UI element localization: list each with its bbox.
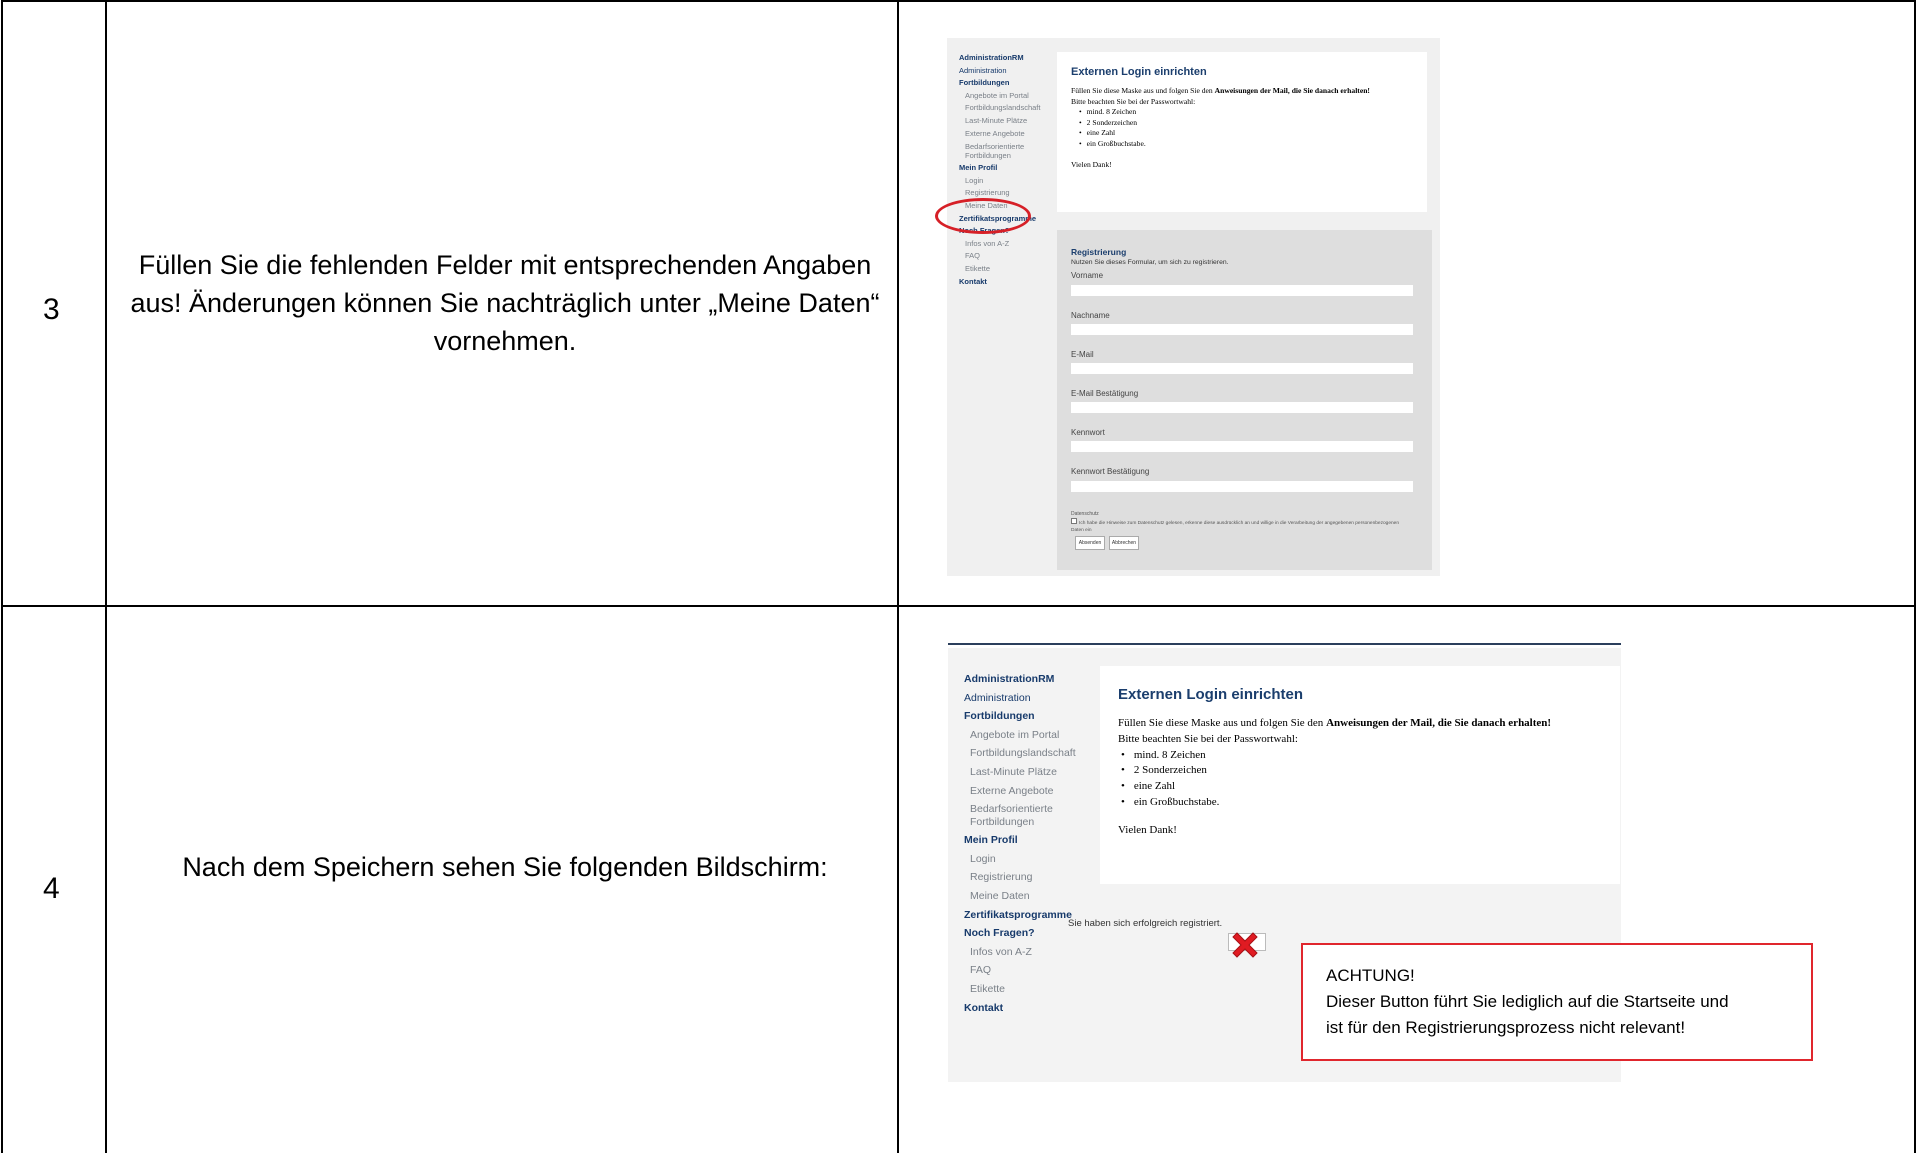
vorname-input[interactable] xyxy=(1071,285,1413,296)
callout-line: ist für den Registrierungsprozess nicht … xyxy=(1326,1018,1686,1037)
table-col-divider-1 xyxy=(105,0,107,1153)
info-intro: Füllen Sie diese Maske aus und folgen Si… xyxy=(1071,86,1215,95)
nav-heading[interactable]: Mein Profil xyxy=(959,162,1069,175)
privacy-text: Ich habe die Hinweise zum Datenschutz ge… xyxy=(1071,521,1400,533)
password-rule: mind. 8 Zeichen xyxy=(1121,748,1588,764)
nav-heading[interactable]: Kontakt xyxy=(964,999,1104,1018)
nav-link[interactable]: Last-Minute Plätze xyxy=(964,763,1104,782)
nav-link[interactable]: Externe Angebote xyxy=(959,128,1069,141)
info-thanks: Vielen Dank! xyxy=(1118,823,1177,836)
form-subtitle: Nutzen Sie dieses Formular, um sich zu r… xyxy=(1071,259,1229,266)
registration-form: Registrierung Nutzen Sie dieses Formular… xyxy=(1057,230,1432,570)
nav-heading[interactable]: AdministrationRM xyxy=(964,670,1104,689)
nav-link[interactable]: Externe Angebote xyxy=(964,782,1104,801)
step-description: Nach dem Speichern sehen Sie folgenden B… xyxy=(182,852,828,882)
field-label-password-confirm: Kennwort Bestätigung xyxy=(1071,467,1150,476)
field-label-vorname: Vorname xyxy=(1071,271,1104,280)
sidebar-nav: AdministrationRM Administration Fortbild… xyxy=(964,670,1104,1017)
password-rules: mind. 8 Zeichen 2 Sonderzeichen eine Zah… xyxy=(1071,107,1411,149)
field-label-email: E-Mail xyxy=(1071,350,1094,359)
nav-link[interactable]: Etikette xyxy=(959,263,1069,276)
step-description: Füllen Sie die fehlenden Felder mit ents… xyxy=(130,250,880,356)
nav-link[interactable]: Last-Minute Plätze xyxy=(959,115,1069,128)
password-input[interactable] xyxy=(1071,441,1413,452)
registration-screenshot: AdministrationRM Administration Fortbild… xyxy=(947,38,1440,576)
callout-line: Dieser Button führt Sie lediglich auf di… xyxy=(1326,992,1729,1011)
nav-link[interactable]: Infos von A-Z xyxy=(959,238,1069,251)
field-label-password: Kennwort xyxy=(1071,428,1105,437)
field-label-email-confirm: E-Mail Bestätigung xyxy=(1071,389,1139,398)
email-input[interactable] xyxy=(1071,363,1413,374)
nav-heading[interactable]: Fortbildungen xyxy=(964,707,1104,726)
nav-link[interactable]: Bedarfsorientierte Fortbildungen xyxy=(959,140,1069,162)
nav-link[interactable]: Registrierung xyxy=(964,868,1104,887)
password-rule: 2 Sonderzeichen xyxy=(1121,763,1588,779)
nav-heading[interactable]: Administration xyxy=(964,689,1104,708)
password-confirm-input[interactable] xyxy=(1071,481,1413,492)
info-card: Externen Login einrichten Füllen Sie die… xyxy=(1057,52,1427,212)
info-thanks: Vielen Dank! xyxy=(1071,159,1112,169)
table-border-top xyxy=(1,0,1916,2)
info-hint: Bitte beachten Sie bei der Passwortwahl: xyxy=(1071,96,1196,106)
nav-heading[interactable]: Administration xyxy=(959,65,1069,78)
privacy-consent: Ich habe die Hinweise zum Datenschutz ge… xyxy=(1071,518,1401,534)
info-intro-bold: Anweisungen der Mail, die Sie danach erh… xyxy=(1326,717,1552,729)
nav-link[interactable]: Fortbildungslandschaft xyxy=(964,744,1104,763)
cross-mark-icon xyxy=(1232,932,1258,958)
nav-link[interactable]: Angebote im Portal xyxy=(964,726,1104,745)
nav-heading[interactable]: Mein Profil xyxy=(964,831,1104,850)
nav-link[interactable]: Login xyxy=(964,850,1104,869)
nav-link[interactable]: Angebote im Portal xyxy=(959,90,1069,103)
info-card-title: Externen Login einrichten xyxy=(1118,686,1304,703)
step-number: 4 xyxy=(43,872,60,905)
submit-button[interactable]: Absenden xyxy=(1075,536,1105,550)
nav-link[interactable]: FAQ xyxy=(959,250,1069,263)
warning-callout: ACHTUNG! Dieser Button führt Sie ledigli… xyxy=(1301,943,1813,1061)
info-card-text: Füllen Sie diese Maske aus und folgen Si… xyxy=(1071,86,1411,170)
form-title: Registrierung xyxy=(1071,247,1127,257)
callout-text: ACHTUNG! Dieser Button führt Sie ledigli… xyxy=(1326,963,1729,1041)
sidebar-nav: AdministrationRM Administration Fortbild… xyxy=(959,52,1069,288)
step-number: 3 xyxy=(43,293,60,326)
email-confirm-input[interactable] xyxy=(1071,402,1413,413)
info-card-title: Externen Login einrichten xyxy=(1071,66,1207,78)
password-rule: mind. 8 Zeichen xyxy=(1079,107,1411,118)
password-rule: eine Zahl xyxy=(1079,128,1411,139)
table-row-divider xyxy=(1,605,1916,607)
nachname-input[interactable] xyxy=(1071,324,1413,335)
cancel-button[interactable]: Abbrechen xyxy=(1109,536,1139,550)
nav-link[interactable]: Etikette xyxy=(964,980,1104,999)
success-message: Sie haben sich erfolgreich registriert. xyxy=(1068,918,1223,929)
privacy-checkbox[interactable] xyxy=(1071,518,1077,524)
nav-heading[interactable]: AdministrationRM xyxy=(959,52,1069,65)
nav-link[interactable]: Infos von A-Z xyxy=(964,943,1104,962)
password-rules: mind. 8 Zeichen 2 Sonderzeichen eine Zah… xyxy=(1118,748,1588,811)
privacy-heading: Datenschutz xyxy=(1071,511,1099,517)
table-border-left xyxy=(1,0,3,1153)
info-card-text: Füllen Sie diese Maske aus und folgen Si… xyxy=(1118,716,1588,839)
nav-link[interactable]: Meine Daten xyxy=(964,887,1104,906)
info-intro-bold: Anweisungen der Mail, die Sie danach erh… xyxy=(1214,86,1370,95)
nav-link[interactable]: Login xyxy=(959,175,1069,188)
nav-link[interactable]: FAQ xyxy=(964,961,1104,980)
nav-heading[interactable]: Fortbildungen xyxy=(959,77,1069,90)
nav-link[interactable]: Bedarfsorientierte Fortbildungen xyxy=(964,800,1104,831)
header-bar xyxy=(948,643,1621,645)
info-hint: Bitte beachten Sie bei der Passwortwahl: xyxy=(1118,732,1298,745)
nav-heading[interactable]: Kontakt xyxy=(959,276,1069,289)
highlight-ellipse xyxy=(935,198,1031,234)
table-border-right xyxy=(1914,0,1916,1153)
callout-title: ACHTUNG! xyxy=(1326,966,1415,985)
password-rule: 2 Sonderzeichen xyxy=(1079,118,1411,129)
password-rule: ein Großbuchstabe. xyxy=(1121,795,1588,811)
info-intro: Füllen Sie diese Maske aus und folgen Si… xyxy=(1118,717,1327,729)
nav-link[interactable]: Fortbildungslandschaft xyxy=(959,102,1069,115)
table-col-divider-2 xyxy=(897,0,899,1153)
password-rule: eine Zahl xyxy=(1121,779,1588,795)
field-label-nachname: Nachname xyxy=(1071,311,1110,320)
info-card: Externen Login einrichten Füllen Sie die… xyxy=(1100,666,1620,884)
password-rule: ein Großbuchstabe. xyxy=(1079,139,1411,150)
